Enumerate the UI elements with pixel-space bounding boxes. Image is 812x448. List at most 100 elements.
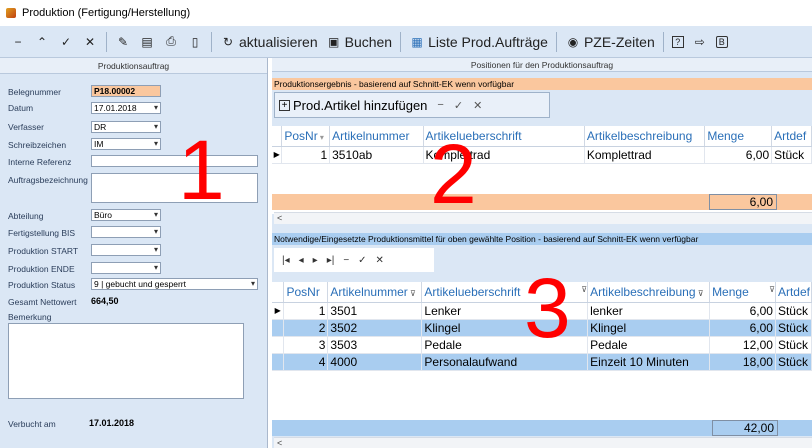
export-button[interactable]: ⇨ [688, 30, 712, 54]
auftragsbezeichnung-field[interactable] [91, 173, 258, 203]
chevron-down-icon: ▾ [153, 210, 158, 219]
verfasser-value: DR [94, 122, 107, 132]
window-title: Produktion (Fertigung/Herstellung) [22, 7, 191, 19]
callout-number: 1 [178, 123, 225, 217]
means-scrollbar[interactable]: < [274, 437, 812, 448]
column-header[interactable]: PosNr ▾ [281, 126, 331, 147]
column-header[interactable]: Menge [704, 126, 773, 147]
verfasser-select[interactable]: DR ▾ [91, 121, 161, 133]
column-header[interactable]: Artikelbeschreibung ⊽ [587, 282, 711, 303]
b-button[interactable]: B [712, 30, 732, 54]
column-header[interactable]: PosNr [283, 282, 329, 303]
table-cell: Personalaufwand [421, 353, 589, 371]
table-cell: 3503 [327, 336, 423, 354]
filter-icon: ⊽ [695, 288, 704, 298]
means-sum-bar: 42,00 [272, 420, 812, 436]
print-button[interactable]: ⎙ [159, 30, 183, 54]
ende-field[interactable]: ▾ [91, 262, 161, 274]
table-cell: Stück [775, 353, 812, 371]
column-header[interactable]: Artikelbeschreibung [584, 126, 706, 147]
status-label: Produktion Status [8, 280, 76, 290]
check-icon[interactable]: ✓ [454, 99, 463, 112]
export-icon: ⇨ [694, 34, 705, 49]
status-select[interactable]: 9 | gebucht und gesperrt ▾ [91, 278, 258, 290]
belegnummer-field[interactable]: P18.00002 [91, 85, 161, 97]
calendar-icon: ▣ [327, 34, 340, 49]
confirm-button[interactable]: ✓ [54, 30, 78, 54]
table-cell: 6,00 [709, 319, 776, 337]
row-indicator [272, 353, 285, 371]
table-cell: 1 [283, 302, 329, 320]
bemerkung-field[interactable] [8, 323, 244, 399]
toolbar-separator [211, 31, 212, 52]
table-cell: Klingel [587, 319, 711, 337]
chevron-left-icon[interactable]: < [277, 213, 282, 223]
toolbar-separator [555, 31, 557, 52]
filter-icon: ⊽ [769, 284, 775, 294]
add-article-button[interactable]: Prod.Artikel hinzufügen [293, 98, 427, 113]
table-cell: Stück [771, 146, 812, 164]
user-icon: ◉ [567, 34, 579, 49]
toolbar-separator [662, 31, 664, 52]
start-field[interactable]: ▾ [91, 244, 161, 256]
pze-label: PZE-Zeiten [583, 33, 655, 50]
schreibzeichen-value: IM [94, 139, 104, 149]
up-button[interactable]: ⌃ [30, 30, 54, 54]
chevron-left-icon[interactable]: < [277, 438, 282, 448]
refresh-button[interactable]: ↻ aktualisieren [216, 30, 322, 54]
datum-field[interactable]: 17.01.2018 ▾ [91, 102, 161, 114]
status-value: 9 | gebucht und gesperrt [94, 279, 186, 289]
next-record-icon[interactable]: ▸ [313, 255, 318, 266]
close-icon[interactable]: ✕ [376, 255, 384, 266]
table-cell: 3502 [327, 319, 423, 337]
table-row[interactable]: ▶ 1 3510ab Komplettrad Komplettrad 6,00 … [272, 146, 812, 164]
add-article-toolbar: + Prod.Artikel hinzufügen − ✓ ✕ [274, 92, 550, 118]
close-icon: ✕ [84, 34, 96, 49]
check-icon[interactable]: ✓ [358, 255, 366, 266]
abteilung-value: Büro [94, 210, 112, 220]
column-header[interactable]: Artikelnummer ⊽ [327, 282, 423, 303]
orders-list-button[interactable]: ▦ Liste Prod.Aufträge [405, 30, 552, 54]
cancel-button[interactable]: ✕ [78, 30, 102, 54]
means-sum: 42,00 [712, 420, 778, 436]
start-label: Produktion START [8, 246, 79, 256]
minus-icon[interactable]: − [343, 255, 349, 266]
first-record-icon[interactable]: |◂ [282, 255, 290, 266]
close-icon[interactable]: ✕ [473, 99, 482, 112]
book-button[interactable]: ▣ Buchen [322, 30, 396, 54]
interne-referenz-field[interactable] [91, 155, 258, 167]
table-cell: 4000 [327, 353, 423, 371]
b-icon: B [715, 35, 728, 48]
help-button[interactable]: ? [668, 30, 688, 54]
schreibzeichen-select[interactable]: IM ▾ [91, 138, 161, 150]
result-sum: 6,00 [709, 194, 777, 210]
abteilung-select[interactable]: Büro ▾ [91, 209, 161, 221]
column-header[interactable]: Artikelnummer [329, 126, 424, 147]
table-cell: Komplettrad [584, 146, 706, 164]
column-header[interactable]: Artdef [771, 126, 812, 147]
table-row[interactable]: 4 4000 Personalaufwand Einzeit 10 Minute… [272, 353, 812, 371]
fertigstellung-field[interactable]: ▾ [91, 226, 161, 238]
prev-record-icon[interactable]: ◂ [299, 255, 304, 266]
edit-button[interactable]: ✎ [111, 30, 135, 54]
table-cell: Stück [775, 336, 812, 354]
result-sum-bar: 6,00 [272, 194, 812, 210]
row-indicator-icon: ▶ [272, 146, 283, 164]
minus-button[interactable]: − [6, 30, 30, 54]
positions-panel: Positionen für den Produktionsauftrag Pr… [272, 58, 812, 448]
plus-icon: + [279, 99, 290, 111]
document-button[interactable]: ▤ [135, 30, 159, 54]
datum-label: Datum [8, 103, 34, 113]
table-cell: Stück [775, 302, 812, 320]
orders-list-label: Liste Prod.Aufträge [428, 33, 548, 50]
column-header[interactable]: Menge ⊽ [709, 282, 776, 303]
toolbar-separator [106, 31, 107, 52]
pdf-button[interactable]: ▯ [183, 30, 207, 54]
check-icon: ✓ [60, 34, 72, 49]
pze-button[interactable]: ◉ PZE-Zeiten [561, 30, 659, 54]
result-scrollbar[interactable]: < [274, 212, 812, 224]
last-record-icon[interactable]: ▸| [327, 255, 335, 266]
minus-icon[interactable]: − [437, 99, 443, 111]
pdf-icon: ▯ [191, 34, 199, 49]
column-header[interactable]: Artdef [775, 282, 812, 303]
